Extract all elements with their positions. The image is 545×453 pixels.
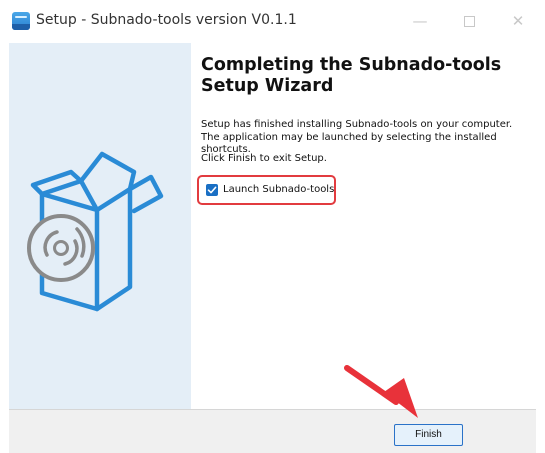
maximize-button[interactable] [454, 8, 484, 34]
completion-message: Setup has finished installing Subnado-to… [201, 119, 513, 155]
close-button[interactable]: ✕ [503, 8, 533, 34]
maximize-icon [463, 16, 475, 27]
window-title: Setup - Subnado-tools version V0.1.1 [36, 12, 297, 28]
finish-button[interactable]: Finish [394, 424, 463, 446]
launch-checkbox[interactable] [206, 184, 218, 196]
page-title: Completing the Subnado-tools Setup Wizar… [201, 55, 502, 96]
wizard-side-panel [9, 43, 191, 409]
installer-app-icon [12, 12, 30, 30]
minimize-button[interactable]: — [405, 8, 435, 34]
launch-option-highlight: Launch Subnado-tools [197, 175, 336, 205]
title-bar: Setup - Subnado-tools version V0.1.1 — ✕ [0, 0, 545, 43]
launch-checkbox-label[interactable]: Launch Subnado-tools [223, 184, 334, 195]
exit-instruction: Click Finish to exit Setup. [201, 153, 327, 164]
wizard-content: Completing the Subnado-tools Setup Wizar… [191, 43, 536, 409]
wizard-footer: Finish [9, 409, 536, 453]
open-box-with-disc-icon [27, 151, 164, 312]
checkmark-icon [207, 186, 217, 194]
